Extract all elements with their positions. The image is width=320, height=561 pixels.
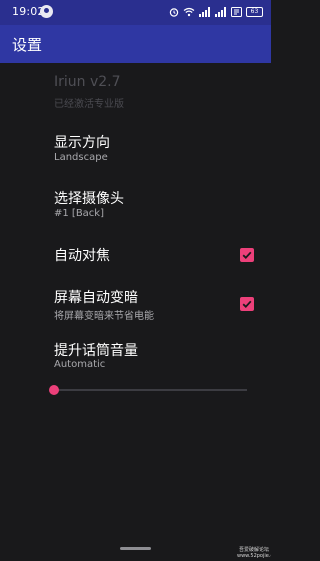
pref-camera-summary: #1 [Back] — [54, 208, 104, 219]
status-icons: 63 — [169, 6, 263, 18]
pref-auto-dim[interactable]: 屏幕自动变暗 将屏幕变暗来节省电能 — [0, 287, 271, 327]
pref-autofocus[interactable]: 自动对焦 — [0, 245, 271, 267]
pref-orientation-title: 显示方向 — [54, 135, 110, 151]
camera-app-icon — [40, 5, 53, 18]
pref-version-summary: 已经激活专业版 — [54, 99, 124, 110]
pref-autofocus-title: 自动对焦 — [54, 248, 110, 264]
status-bar: 19:02 63 — [0, 0, 271, 25]
watermark-line2: www.52pojie.cn — [237, 553, 271, 559]
alarm-icon — [169, 8, 179, 17]
autofocus-checkbox[interactable] — [240, 248, 254, 262]
settings-screen: 19:02 63 设置 Iriun v2.7 已经激活专业版 显示方向 Land… — [0, 0, 271, 561]
gesture-nav-handle[interactable] — [120, 547, 151, 550]
auto-dim-checkbox[interactable] — [240, 297, 254, 311]
volte-icon — [231, 7, 242, 17]
checkmark-icon — [242, 251, 252, 259]
pref-version: Iriun v2.7 已经激活专业版 — [0, 74, 271, 114]
pref-orientation-summary: Landscape — [54, 152, 108, 163]
battery-icon: 63 — [246, 7, 263, 17]
pref-mic-boost[interactable]: 提升话筒音量 Automatic — [0, 340, 271, 380]
pref-auto-dim-title: 屏幕自动变暗 — [54, 290, 138, 306]
signal-icon-sim2 — [215, 7, 226, 17]
mic-boost-slider-thumb[interactable] — [49, 385, 59, 395]
signal-icon-sim1 — [199, 7, 210, 17]
pref-mic-boost-title: 提升话筒音量 — [54, 343, 138, 359]
page-title: 设置 — [12, 36, 43, 54]
pref-camera-title: 选择摄像头 — [54, 191, 124, 207]
mic-boost-slider-track[interactable] — [54, 389, 247, 391]
wifi-icon — [183, 7, 195, 17]
pref-mic-boost-summary: Automatic — [54, 359, 106, 370]
pref-version-title: Iriun v2.7 — [54, 74, 121, 90]
watermark-logo: 吾爱破解论坛 www.52pojie.cn — [237, 547, 271, 559]
checkmark-icon — [242, 300, 252, 308]
pref-camera[interactable]: 选择摄像头 #1 [Back] — [0, 188, 271, 228]
app-bar: 设置 — [0, 25, 271, 63]
pref-auto-dim-summary: 将屏幕变暗来节省电能 — [54, 311, 154, 322]
pref-orientation[interactable]: 显示方向 Landscape — [0, 132, 271, 172]
